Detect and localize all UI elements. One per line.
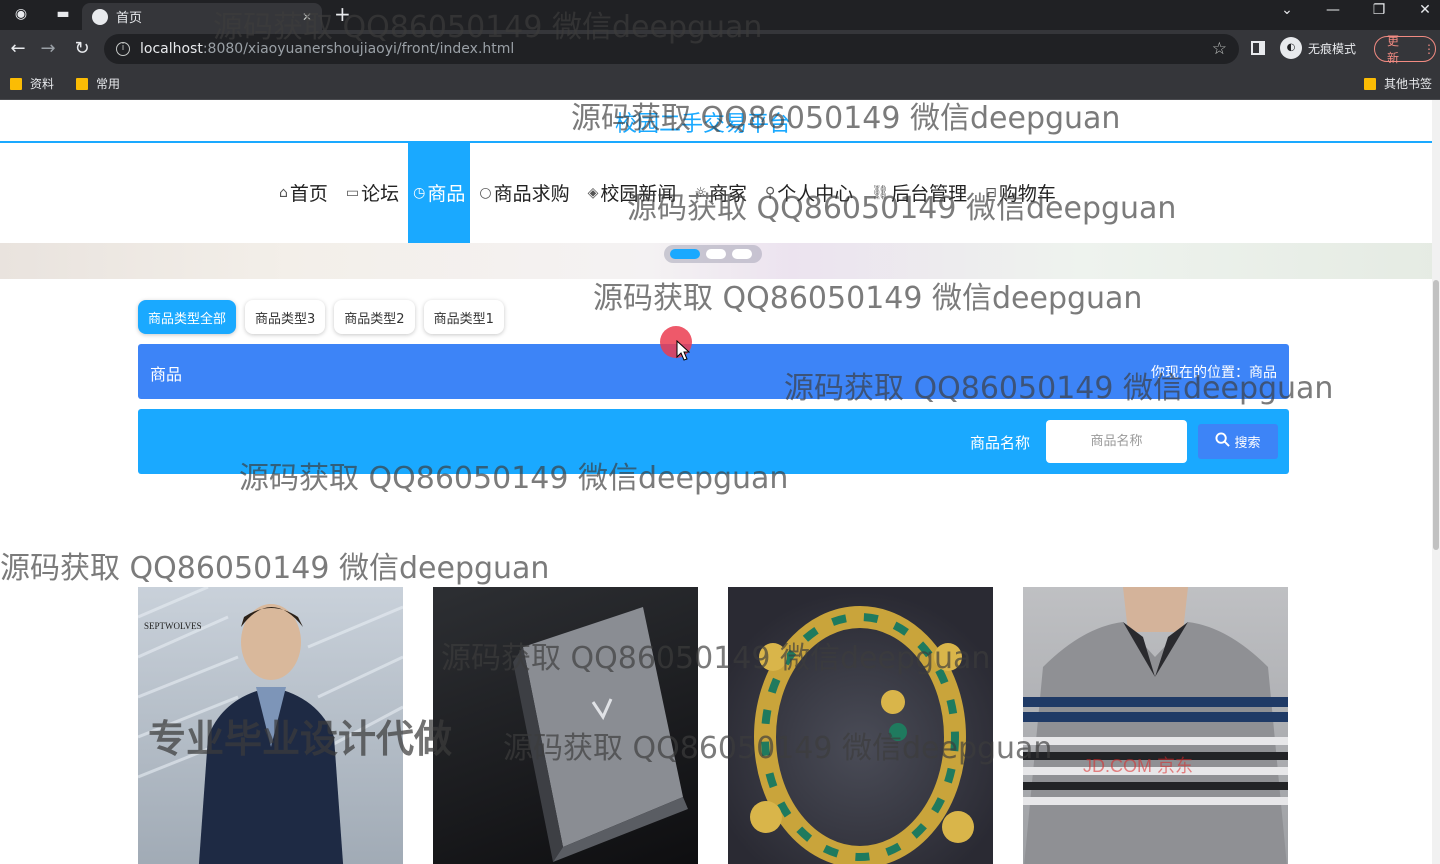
category-chip-3[interactable]: 商品类型3 (245, 300, 326, 334)
browser-tab-strip: ◉ ▬ 首页 ✕ + ⌄ — ❐ ✕ (0, 0, 1440, 30)
site-info-icon[interactable]: i (116, 42, 130, 56)
tab-list-chevron-icon[interactable]: ⌄ (1272, 2, 1302, 18)
carousel-banner[interactable] (0, 243, 1440, 279)
update-button[interactable]: 更新 ⋮ (1374, 34, 1436, 65)
brand-logo: SEPTWOLVES (144, 621, 202, 631)
product-image-laptop (513, 607, 688, 862)
more-menu-icon: ⋮ (1423, 42, 1435, 56)
search-button[interactable]: 搜索 (1198, 424, 1278, 459)
category-chip-all[interactable]: 商品类型全部 (138, 300, 237, 334)
incognito-icon: ◐ (1280, 37, 1302, 59)
other-bookmarks[interactable]: 其他书签 (1364, 75, 1432, 92)
forum-icon: ▭ (345, 184, 360, 201)
nav-home[interactable]: ⌂ 首页 (270, 142, 337, 243)
search-icon (1215, 432, 1231, 451)
nav-profile[interactable]: ⚲ 个人中心 (756, 142, 862, 243)
close-window-button[interactable]: ✕ (1410, 2, 1440, 18)
browser-menu-icon[interactable]: ◉ (8, 3, 34, 25)
browser-tab[interactable]: 首页 ✕ (82, 3, 322, 30)
news-icon: ◈ (587, 184, 599, 201)
nav-forum[interactable]: ▭ 论坛 (337, 142, 408, 243)
circle-icon: ○ (479, 184, 492, 201)
page-scrollbar[interactable] (1432, 100, 1440, 864)
shop-icon: ☼ (694, 184, 707, 201)
close-tab-icon[interactable]: ✕ (302, 10, 312, 24)
breadcrumb: 你现在的位置：商品 (1151, 365, 1277, 381)
product-card[interactable]: JD.COM 京东 (1023, 587, 1288, 864)
clock-icon: ◷ (413, 184, 426, 201)
product-card[interactable] (728, 587, 993, 864)
page: 校园二手交易平台 ⌂ 首页 ▭ 论坛 ◷ 商品 ○ 商品求购 ◈ 校园新闻 ☼ 商家 ⚲ 个人… (0, 100, 1440, 864)
user-icon: ⚲ (765, 184, 776, 201)
incognito-label: 无痕模式 (1308, 41, 1357, 56)
product-image-striped-polo: JD.COM 京东 (1023, 587, 1288, 864)
new-tab-button[interactable]: + (334, 3, 351, 25)
minimize-button[interactable]: — (1318, 2, 1348, 18)
folder-icon (10, 77, 22, 90)
url-text[interactable]: localhost:8080/xiaoyuanershoujiaoyi/fron… (140, 41, 1202, 57)
side-panel-icon[interactable] (1251, 41, 1265, 55)
product-card[interactable]: SEPTWOLVES (138, 587, 403, 864)
nav-news[interactable]: ◈ 校园新闻 (579, 142, 686, 243)
bookmark-star-icon[interactable]: ☆ (1212, 39, 1227, 59)
tab-title: 首页 (116, 11, 143, 26)
category-chip-1[interactable]: 商品类型1 (423, 300, 504, 334)
product-grid: SEPTWOLVES JD.COM 京东 (138, 587, 1288, 864)
product-image-man-jacket: SEPTWOLVES (138, 587, 403, 864)
nav-cart[interactable]: ⊟ 购物车 (976, 142, 1065, 243)
address-bar[interactable]: i localhost:8080/xiaoyuanershoujiaoyi/fr… (104, 34, 1239, 64)
jd-watermark: JD.COM 京东 (1083, 756, 1193, 776)
mouse-cursor-icon (676, 340, 690, 361)
link-icon: ⛓ (871, 184, 890, 201)
globe-icon (92, 8, 108, 25)
breadcrumb-bar: 商品 你现在的位置：商品 (138, 344, 1289, 399)
carousel-dot[interactable] (670, 249, 700, 259)
search-input[interactable] (1046, 420, 1187, 463)
carousel-indicators (664, 245, 762, 263)
cart-icon: ⊟ (985, 184, 997, 201)
category-chip-2[interactable]: 商品类型2 (334, 300, 415, 334)
restore-button[interactable]: ❐ (1364, 2, 1394, 18)
nav-products[interactable]: ◷ 商品 (408, 142, 471, 243)
tab-search-icon[interactable]: ▬ (50, 3, 76, 25)
search-bar: 商品名称 搜索 (138, 409, 1289, 474)
reload-button[interactable]: ↻ (70, 38, 94, 60)
nav-wanted[interactable]: ○ 商品求购 (470, 142, 578, 243)
back-button[interactable]: ← (6, 38, 30, 60)
search-label: 商品名称 (970, 434, 1031, 452)
scrollbar-thumb[interactable] (1433, 280, 1439, 550)
carousel-dot[interactable] (706, 249, 726, 259)
nav-merchants[interactable]: ☼ 商家 (685, 142, 756, 243)
incognito-indicator[interactable]: ◐ 无痕模式 (1280, 37, 1356, 59)
folder-icon (76, 77, 88, 90)
section-title: 商品 (150, 365, 183, 384)
forward-button[interactable]: → (36, 38, 60, 60)
category-filter: 商品类型全部 商品类型3 商品类型2 商品类型1 (138, 300, 504, 334)
site-title: 校园二手交易平台 (614, 112, 791, 137)
bookmark-folder[interactable]: 资料 (10, 75, 54, 92)
folder-icon (1364, 77, 1376, 90)
nav-admin[interactable]: ⛓ 后台管理 (862, 142, 976, 243)
product-image-gold-necklace (750, 606, 974, 864)
browser-toolbar: ← → ↻ i localhost:8080/xiaoyuanershoujia… (0, 30, 1440, 68)
home-icon: ⌂ (279, 184, 288, 201)
update-label: 更新 (1387, 34, 1400, 65)
bookmarks-bar: 资料 常用 其他书签 (0, 68, 1440, 100)
bookmark-folder[interactable]: 常用 (76, 75, 120, 92)
main-nav: ⌂ 首页 ▭ 论坛 ◷ 商品 ○ 商品求购 ◈ 校园新闻 ☼ 商家 ⚲ 个人中心 ⛓ 后台管理 … (270, 142, 1065, 243)
product-card[interactable] (433, 587, 698, 864)
carousel-dot[interactable] (732, 249, 752, 259)
